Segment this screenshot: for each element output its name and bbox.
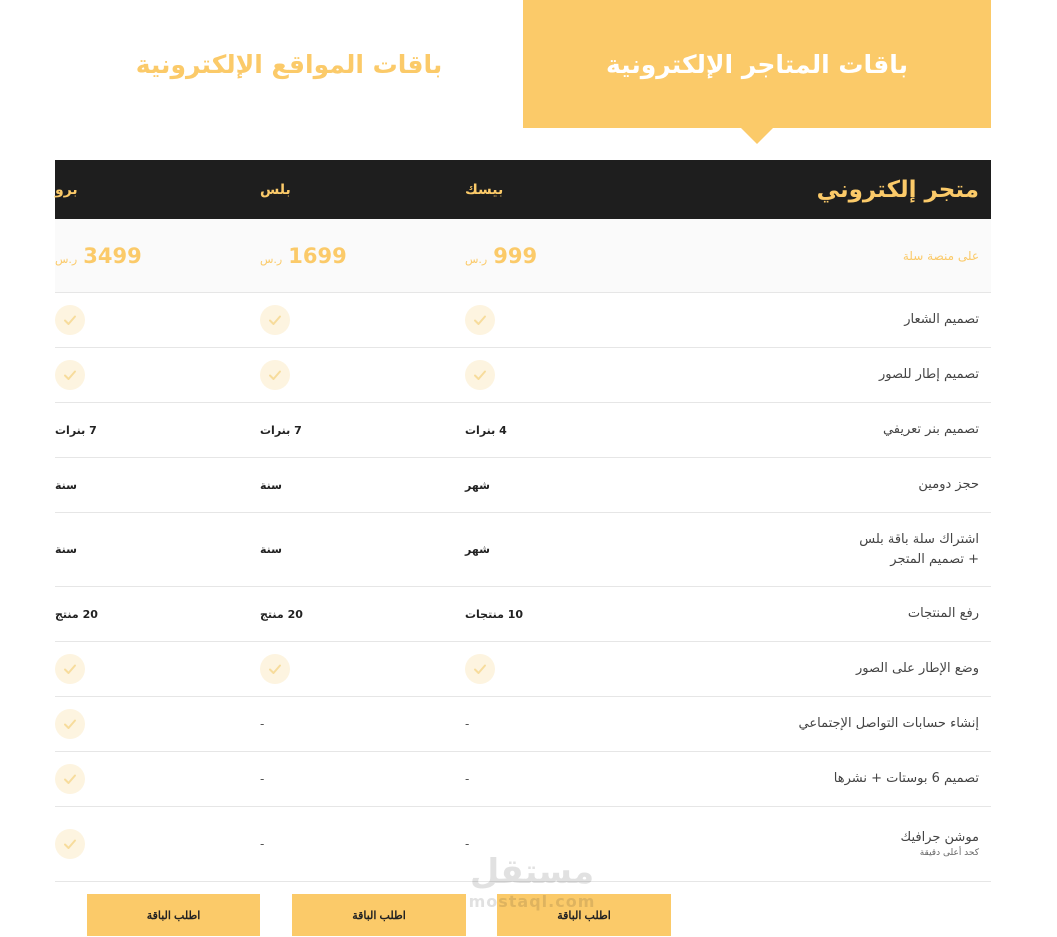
- order-pro-button[interactable]: اطلب الباقة: [87, 894, 260, 936]
- not-included-dash: -: [465, 717, 470, 731]
- tab-stores-label: باقات المتاجر الإلكترونية: [605, 49, 909, 79]
- table-title: متجر إلكتروني: [816, 176, 979, 203]
- feature-value: 4 بنرات: [465, 423, 507, 437]
- feature-value: 20 منتج: [55, 607, 98, 621]
- check-icon: [55, 305, 85, 335]
- price-pro: 3499 ر.س: [55, 244, 142, 268]
- table-row: إنشاء حسابات التواصل الإجتماعي - -: [55, 697, 991, 752]
- feature-value: سنة: [55, 543, 77, 556]
- feature-rows: تصميم الشعار تصميم إطار للصور تصميم بنر تع…: [55, 293, 991, 882]
- order-plus-button[interactable]: اطلب الباقة: [292, 894, 466, 936]
- price-amount: 3499: [83, 243, 142, 268]
- feature-label-text: اشتراك سلة باقة بلس: [859, 532, 979, 547]
- feature-label: اشتراك سلة باقة بلس + تصميم المتجر: [859, 530, 979, 569]
- feature-label-text: تصميم الشعار: [904, 312, 979, 328]
- table-row: تصميم 6 بوستات + نشرها - -: [55, 752, 991, 807]
- feature-value: شهر: [465, 543, 490, 556]
- feature-label-text: حجز دومين: [918, 477, 979, 493]
- tab-stores-packages[interactable]: باقات المتاجر الإلكترونية: [523, 0, 991, 144]
- tab-websites-packages[interactable]: باقات المواقع الإلكترونية: [55, 0, 523, 128]
- table-row: حجز دومين شهر سنة سنة: [55, 458, 991, 513]
- feature-value: 20 منتج: [260, 607, 303, 621]
- tab-active-pointer: [741, 128, 773, 144]
- not-included-dash: -: [260, 837, 265, 851]
- check-icon: [465, 654, 495, 684]
- table-row: تصميم إطار للصور: [55, 348, 991, 403]
- pricing-page: باقات المتاجر الإلكترونية باقات المواقع …: [0, 0, 1057, 937]
- table-row: اشتراك سلة باقة بلس + تصميم المتجر شهر سنة س…: [55, 513, 991, 587]
- table-row: موشن جرافيك كحد أعلى دقيقة - -: [55, 807, 991, 882]
- price-currency: ر.س: [260, 252, 283, 266]
- check-icon: [465, 360, 495, 390]
- feature-value: سنة: [55, 478, 77, 492]
- feature-label-text: تصميم بنر تعريفي: [882, 422, 979, 438]
- not-included-dash: -: [465, 837, 470, 851]
- not-included-dash: -: [465, 772, 470, 786]
- feature-value: شهر: [465, 478, 490, 492]
- feature-label: إنشاء حسابات التواصل الإجتماعي: [799, 714, 979, 734]
- feature-label-text: تصميم إطار للصور: [879, 367, 979, 383]
- price-currency: ر.س: [55, 252, 78, 266]
- check-icon: [55, 829, 85, 859]
- feature-label-text: رفع المنتجات: [907, 606, 979, 622]
- price-row: على منصة سلة 999 ر.س 1699 ر.س 3499 ر.س: [55, 219, 991, 293]
- table-row: وضع الإطار على الصور: [55, 642, 991, 697]
- feature-value: 10 منتجات: [465, 607, 524, 621]
- check-icon: [55, 360, 85, 390]
- feature-label-text: موشن جرافيك: [900, 829, 979, 845]
- column-basic: بيسك: [465, 181, 504, 198]
- feature-label: تصميم 6 بوستات + نشرها: [834, 769, 979, 789]
- feature-label-text: تصميم 6 بوستات + نشرها: [833, 771, 979, 787]
- check-icon: [260, 360, 290, 390]
- check-icon: [55, 654, 85, 684]
- price-amount: 999: [493, 243, 538, 268]
- pricing-table: متجر إلكتروني بيسك بلس برو على منصة سلة …: [55, 160, 991, 882]
- not-included-dash: -: [260, 772, 265, 786]
- order-basic-button[interactable]: اطلب الباقة: [497, 894, 671, 936]
- feature-label-text: وضع الإطار على الصور: [856, 661, 979, 677]
- check-icon: [55, 764, 85, 794]
- platform-label: على منصة سلة: [902, 248, 979, 263]
- feature-label: رفع المنتجات: [908, 604, 979, 624]
- price-currency: ر.س: [465, 252, 488, 266]
- table-header: متجر إلكتروني بيسك بلس برو: [55, 160, 991, 219]
- check-icon: [260, 305, 290, 335]
- table-row: تصميم الشعار: [55, 293, 991, 348]
- price-amount: 1699: [288, 243, 347, 268]
- feature-label: تصميم إطار للصور: [879, 365, 979, 385]
- feature-sub-note: كحد أعلى دقيقة: [919, 848, 979, 858]
- column-plus: بلس: [260, 181, 291, 198]
- feature-value: 7 بنرات: [260, 423, 302, 437]
- price-plus: 1699 ر.س: [260, 244, 347, 268]
- feature-label: وضع الإطار على الصور: [856, 659, 979, 679]
- price-basic: 999 ر.س: [465, 244, 537, 268]
- feature-label: موشن جرافيك كحد أعلى دقيقة: [900, 828, 979, 861]
- feature-label: تصميم بنر تعريفي: [883, 420, 979, 440]
- feature-label-line2: + تصميم المتجر: [890, 551, 979, 567]
- table-row: تصميم بنر تعريفي 4 بنرات 7 بنرات 7 بنرات: [55, 403, 991, 458]
- feature-label: تصميم الشعار: [904, 310, 979, 330]
- feature-value: سنة: [260, 543, 282, 556]
- feature-label-text: إنشاء حسابات التواصل الإجتماعي: [798, 716, 979, 732]
- not-included-dash: -: [260, 717, 265, 731]
- feature-value: 7 بنرات: [55, 423, 97, 437]
- check-icon: [55, 709, 85, 739]
- check-icon: [465, 305, 495, 335]
- column-pro: برو: [55, 181, 78, 198]
- check-icon: [260, 654, 290, 684]
- table-row: رفع المنتجات 10 منتجات 20 منتج 20 منتج: [55, 587, 991, 642]
- tab-websites-label: باقات المواقع الإلكترونية: [135, 49, 443, 79]
- feature-value: سنة: [260, 478, 282, 492]
- feature-label: حجز دومين: [918, 475, 979, 495]
